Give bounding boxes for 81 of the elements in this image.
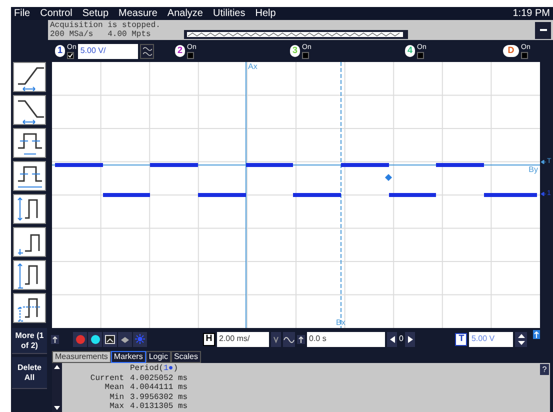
channel-badge[interactable]: 2 bbox=[175, 45, 185, 57]
measurement-button[interactable] bbox=[13, 194, 46, 224]
clock-text: 1:19 PM bbox=[512, 8, 550, 18]
channel-on-checkbox[interactable] bbox=[302, 52, 309, 58]
delay-left-button[interactable] bbox=[387, 332, 397, 346]
menu-item[interactable]: Setup bbox=[82, 8, 109, 18]
color-button[interactable] bbox=[88, 332, 102, 346]
menu-item[interactable]: Help bbox=[255, 8, 276, 18]
measurement-button[interactable] bbox=[13, 227, 46, 257]
acquisition-status: Acquisition is stopped. bbox=[50, 21, 162, 30]
screenshot-button[interactable] bbox=[103, 332, 117, 346]
menu-item[interactable]: Analyze bbox=[167, 8, 203, 18]
time-scale-field[interactable]: 2.00 ms/ bbox=[217, 332, 269, 346]
bx-marker-line[interactable] bbox=[340, 62, 342, 328]
panel-tab[interactable]: Markers bbox=[110, 351, 146, 363]
channel-on-checkbox[interactable] bbox=[521, 52, 528, 58]
mode-button[interactable] bbox=[283, 332, 295, 346]
left-arrow-icon bbox=[390, 336, 394, 342]
statistic-label: Min bbox=[108, 392, 124, 402]
channel-scale-field[interactable]: 5.00 V/ bbox=[78, 44, 138, 58]
acquisition-rate: 200 MSa/s 4.00 Mpts bbox=[50, 30, 152, 39]
horizontal-label: H bbox=[203, 332, 215, 346]
scroll-up-icon[interactable] bbox=[54, 365, 60, 369]
coupling-button[interactable] bbox=[140, 44, 154, 58]
statistic-value: 4.0025052 ms bbox=[130, 374, 188, 384]
menu-item[interactable]: Utilities bbox=[213, 8, 246, 18]
check-icon bbox=[68, 52, 73, 58]
record-button[interactable] bbox=[73, 332, 87, 346]
channel-on-checkbox[interactable] bbox=[417, 52, 424, 58]
print-button[interactable] bbox=[118, 332, 132, 346]
channel-badge[interactable]: D bbox=[503, 45, 519, 57]
marker-point bbox=[384, 174, 392, 182]
minus-icon bbox=[540, 29, 546, 31]
statistic-label: Max bbox=[108, 402, 124, 412]
wave-icon bbox=[142, 46, 152, 56]
channel-on-checkbox[interactable] bbox=[187, 52, 194, 58]
statistic-value: 3.9956302 ms bbox=[130, 392, 188, 402]
channel-on-checkbox[interactable] bbox=[67, 52, 74, 58]
delay-field[interactable]: 0.0 s bbox=[307, 332, 385, 346]
bx-marker-label: Bx bbox=[336, 319, 346, 327]
panel-tab[interactable]: Measurements bbox=[52, 351, 111, 363]
measurement-button[interactable] bbox=[13, 161, 46, 191]
panel-tab[interactable]: Scales bbox=[170, 351, 201, 363]
info-icon[interactable] bbox=[533, 330, 540, 339]
measurement-button[interactable] bbox=[13, 95, 46, 125]
image-icon bbox=[105, 334, 115, 344]
delay-right-button[interactable] bbox=[405, 332, 416, 346]
measurement-button[interactable] bbox=[13, 293, 46, 323]
measurement-button[interactable] bbox=[13, 128, 46, 158]
scroll-down-icon[interactable] bbox=[54, 406, 60, 410]
channel-badge[interactable]: 1 bbox=[55, 45, 65, 57]
more-button[interactable]: More (1 of 2) bbox=[12, 328, 47, 354]
left-arrow-icon bbox=[541, 192, 546, 196]
pin-icon[interactable] bbox=[51, 334, 59, 344]
delay-index: 0 bbox=[399, 333, 404, 345]
by-marker-label: By bbox=[528, 166, 538, 174]
minimize-button[interactable] bbox=[535, 22, 551, 38]
statistic-label: Mean bbox=[104, 383, 124, 393]
ax-marker-label: Ax bbox=[248, 63, 258, 71]
measurement-button[interactable] bbox=[13, 260, 46, 290]
pin-icon[interactable] bbox=[297, 334, 305, 344]
right-arrow-icon bbox=[408, 336, 413, 342]
trigger-level-field[interactable]: 5.00 V bbox=[469, 332, 514, 346]
trigger-label: T bbox=[455, 332, 468, 346]
measurement-title: Period(1●) bbox=[129, 364, 180, 374]
fine-button[interactable] bbox=[271, 332, 281, 346]
spinner-arrows-icon bbox=[518, 334, 525, 344]
panel-tab[interactable]: Logic bbox=[146, 351, 171, 363]
menu-item[interactable]: Measure bbox=[118, 8, 158, 18]
scroll-bar[interactable] bbox=[52, 363, 62, 412]
statistic-value: 4.0044111 ms bbox=[130, 383, 188, 393]
trigger-level-spinner[interactable] bbox=[515, 332, 528, 346]
delete-all-button[interactable]: Delete All bbox=[12, 357, 47, 389]
measurement-button[interactable] bbox=[13, 62, 46, 92]
sun-icon bbox=[135, 334, 145, 344]
menu-item[interactable]: File bbox=[14, 8, 30, 18]
menu-item[interactable]: Control bbox=[40, 8, 72, 18]
left-arrow-icon bbox=[541, 160, 546, 164]
help-button[interactable]: ? bbox=[540, 364, 549, 375]
statistic-value: 4.0131305 ms bbox=[130, 402, 188, 412]
statistic-label: Current bbox=[89, 374, 124, 384]
